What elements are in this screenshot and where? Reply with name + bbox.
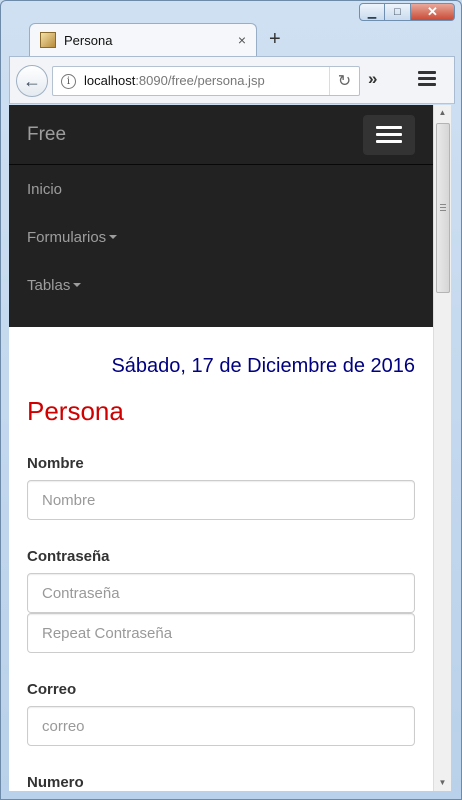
info-icon[interactable]: i	[61, 73, 76, 89]
password-input[interactable]	[27, 573, 415, 613]
nombre-label: Nombre	[27, 455, 84, 472]
current-date: Sábado, 17 de Diciembre de 2016	[111, 355, 415, 377]
url-text[interactable]: localhost:8090/free/persona.jsp	[84, 72, 329, 90]
page-title: Persona	[27, 396, 124, 426]
browser-tab[interactable]: Persona ×	[29, 23, 257, 56]
maximize-button[interactable]: □	[385, 3, 411, 21]
scroll-up-arrow-icon[interactable]: ▲	[434, 105, 451, 121]
new-tab-button[interactable]: +	[269, 28, 281, 51]
scroll-thumb[interactable]	[436, 123, 450, 293]
page-viewport: Free Inicio Formularios Tablas Sábado, 1…	[9, 105, 433, 791]
close-window-button[interactable]: ✕	[411, 3, 455, 21]
url-path: :8090/free/persona.jsp	[135, 73, 265, 88]
back-button[interactable]: ←	[16, 65, 48, 97]
nombre-input[interactable]	[27, 480, 415, 520]
repeat-password-input[interactable]	[27, 613, 415, 653]
main-content: Sábado, 17 de Diciembre de 2016 Persona …	[9, 355, 433, 791]
nav-item-label: Tablas	[27, 276, 71, 294]
browser-window: ▁ □ ✕ Persona × + ← i localhost:8090/fre…	[0, 0, 462, 800]
caret-down-icon	[73, 283, 82, 287]
password-label: Contraseña	[27, 548, 110, 565]
reload-button[interactable]: ↻	[329, 67, 359, 95]
vertical-scrollbar[interactable]: ▲ ▼	[433, 105, 451, 791]
tab-title: Persona	[64, 32, 113, 48]
caret-down-icon	[109, 235, 118, 239]
toolbar-overflow-button[interactable]: »	[368, 69, 377, 89]
nav-item-tablas[interactable]: Tablas	[9, 261, 433, 309]
reload-icon: ↻	[337, 73, 352, 90]
hamburger-menu-icon[interactable]	[418, 71, 436, 89]
numero-label: Numero	[27, 774, 84, 791]
nav-item-formularios[interactable]: Formularios	[9, 213, 433, 261]
favicon-icon	[40, 32, 56, 48]
correo-label: Correo	[27, 681, 77, 698]
back-arrow-icon: ←	[23, 70, 41, 91]
scroll-down-arrow-icon[interactable]: ▼	[434, 775, 451, 791]
minimize-button[interactable]: ▁	[359, 3, 385, 21]
nav-item-label: Inicio	[27, 180, 63, 198]
navbar-toggle-button[interactable]	[363, 114, 415, 155]
url-host: localhost	[84, 73, 136, 88]
navbar-header: Free	[9, 105, 433, 165]
tab-close-icon[interactable]: ×	[238, 32, 246, 48]
navigation-toolbar: ← i localhost:8090/free/persona.jsp ↻ »	[9, 56, 455, 104]
nav-item-label: Formularios	[27, 228, 107, 246]
site-navbar: Free Inicio Formularios Tablas	[9, 105, 433, 327]
navbar-brand[interactable]: Free	[27, 124, 66, 146]
address-bar[interactable]: i localhost:8090/free/persona.jsp ↻	[52, 66, 360, 96]
window-caption-buttons: ▁ □ ✕	[359, 3, 455, 21]
nav-item-inicio[interactable]: Inicio	[9, 165, 433, 213]
correo-input[interactable]	[27, 706, 415, 746]
